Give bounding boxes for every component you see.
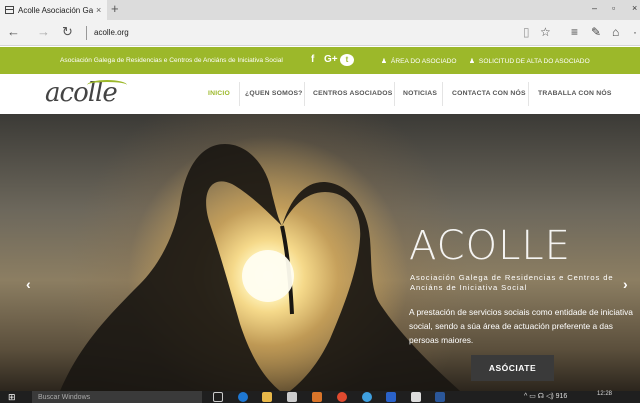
address-bar: ← → ↻ acolle.org ▯ ☆ ≡ ✎ ⌂ · [0, 20, 640, 46]
nav-inicio[interactable]: INICIO [208, 90, 230, 97]
logo-swoosh [87, 80, 127, 90]
browser-tab-bar: Acolle Asociación Galeg × + – ▫ × [0, 0, 640, 20]
twitter-icon[interactable]: t [340, 54, 354, 66]
site-header: acolle INICIO ¿QUEN SOMOS? CENTROS ASOCI… [0, 74, 640, 114]
app-icon-blue[interactable] [362, 392, 372, 402]
hub-icon[interactable]: ≡ [571, 25, 578, 39]
forward-button[interactable]: → [37, 25, 50, 39]
taskbar-clock[interactable]: 12:28 [597, 391, 612, 397]
facebook-icon[interactable]: f [311, 54, 314, 65]
menu-divider [394, 82, 395, 106]
join-button[interactable]: ASÓCIATE [471, 355, 554, 381]
menu-divider [239, 82, 240, 106]
menu-divider [528, 82, 529, 106]
hero-title: ACOLLE [409, 223, 571, 269]
hero-subtitle: Asociación Galega de Residencias e Centr… [410, 273, 614, 292]
app-icon-orange[interactable] [312, 392, 322, 402]
browser-tab[interactable]: Acolle Asociación Galeg × [0, 0, 107, 20]
nav-contacta[interactable]: CONTACTA CON NÓS [452, 90, 526, 97]
url-field[interactable]: acolle.org [94, 28, 129, 37]
app-icon-tiles[interactable] [386, 392, 396, 402]
nav-centros-asociados[interactable]: CENTROS ASOCIADOS [313, 90, 392, 97]
nav-noticias[interactable]: NOTICIAS [403, 90, 437, 97]
refresh-button[interactable]: ↻ [62, 25, 73, 39]
web-note-icon[interactable]: ✎ [591, 25, 601, 39]
favorite-star-icon[interactable]: ☆ [540, 25, 551, 39]
hero-slider: ‹ › ACOLLE Asociación Galega de Residenc… [0, 114, 640, 391]
nav-quen-somos[interactable]: ¿QUEN SOMOS? [245, 90, 303, 97]
site-logo[interactable]: acolle [45, 78, 127, 108]
association-name: Asociación Galega de Residencias e Centr… [60, 57, 283, 64]
hero-description: A prestación de servicios sociais como e… [409, 307, 633, 345]
calendar-icon[interactable] [411, 392, 421, 402]
menu-divider [442, 82, 443, 106]
members-area-link[interactable]: ♟ ÁREA DO ASOCIADO [381, 57, 457, 65]
membership-request-link[interactable]: ♟ SOLICITUD DE ALTA DO ASOCIADO [469, 57, 590, 65]
more-icon[interactable]: · [633, 25, 637, 39]
store-icon[interactable] [287, 392, 297, 402]
close-window-icon[interactable]: × [632, 3, 637, 13]
back-button[interactable]: ← [7, 25, 20, 39]
tab-title: Acolle Asociación Galeg [18, 5, 93, 15]
membership-request-label: SOLICITUD DE ALTA DO ASOCIADO [478, 58, 590, 65]
url-separator [86, 26, 87, 40]
file-explorer-icon[interactable] [262, 392, 272, 402]
members-area-label: ÁREA DO ASOCIADO [390, 58, 457, 65]
site-top-bar: Asociación Galega de Residencias e Centr… [0, 47, 640, 74]
menu-divider [304, 82, 305, 106]
nav-traballa[interactable]: TRABALLA CON NÓS [538, 90, 612, 97]
windows-taskbar: ⊞ Buscar Windows ^ ▭ ☊ ◁) 916 12:28 [0, 391, 640, 403]
chrome-icon[interactable] [337, 392, 347, 402]
google-plus-icon[interactable]: G+ [324, 54, 338, 65]
new-tab-button[interactable]: + [111, 2, 119, 16]
edge-icon[interactable] [238, 392, 248, 402]
reading-view-icon[interactable]: ▯ [523, 25, 530, 39]
share-icon[interactable]: ⌂ [612, 25, 619, 39]
page-icon [5, 6, 14, 14]
user-icon: ♟ [381, 58, 387, 65]
maximize-icon[interactable]: ▫ [612, 3, 615, 13]
add-user-icon: ♟ [469, 58, 475, 65]
prev-slide-arrow[interactable]: ‹ [26, 276, 31, 292]
taskbar-search-input[interactable]: Buscar Windows [32, 391, 202, 403]
minimize-icon[interactable]: – [592, 3, 597, 13]
windows-start-icon[interactable]: ⊞ [8, 392, 16, 403]
word-icon[interactable] [435, 392, 445, 402]
system-tray[interactable]: ^ ▭ ☊ ◁) 916 [524, 392, 567, 400]
task-view-icon[interactable] [213, 392, 223, 402]
tab-close-icon[interactable]: × [96, 5, 101, 15]
